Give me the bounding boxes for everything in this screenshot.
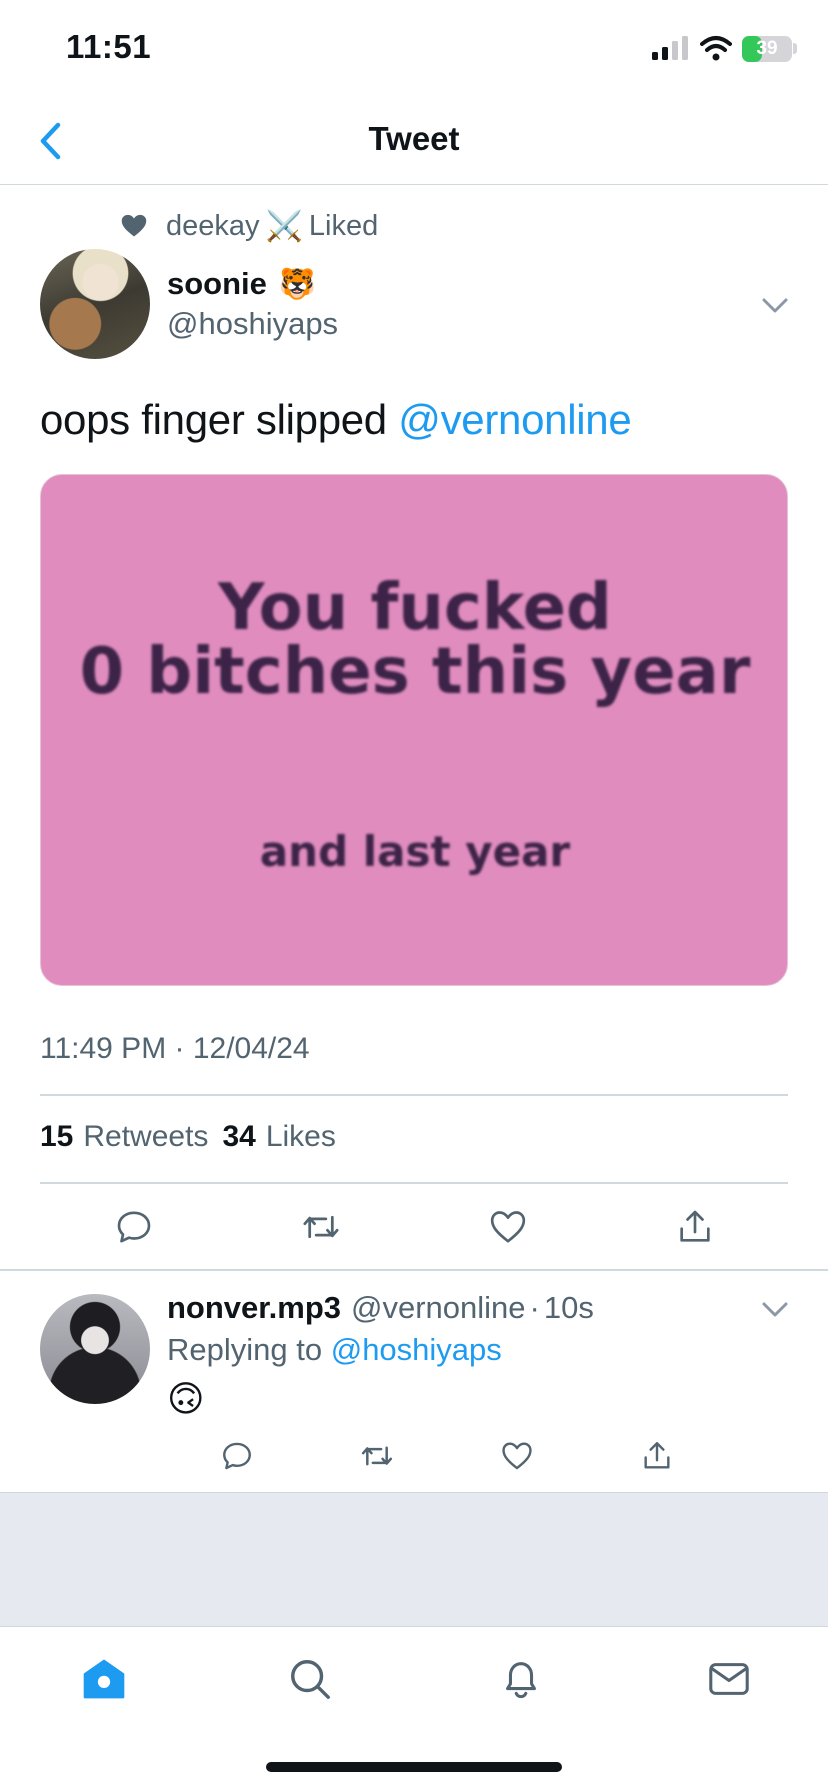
back-button[interactable] <box>28 116 72 166</box>
battery-cap <box>793 43 797 54</box>
reply-icon <box>117 1211 150 1243</box>
tweet-body: oops finger slipped <box>40 396 387 443</box>
heart-outline-icon <box>490 1211 525 1243</box>
reply-header: nonver.mp3 @vernonline · 10s <box>167 1290 594 1326</box>
mail-icon <box>709 1663 749 1695</box>
reply-time: 10s <box>543 1290 594 1325</box>
retweets-stat[interactable]: 15 Retweets <box>40 1120 208 1154</box>
tweet-media-image[interactable]: You fucked 0 bitches this year and last … <box>40 474 788 986</box>
tab-messages[interactable] <box>701 1651 757 1707</box>
divider <box>40 1182 788 1184</box>
tweet-text: oops finger slipped @vernonline <box>40 396 632 444</box>
author-avatar[interactable] <box>40 249 150 359</box>
retweet-icon <box>361 1446 393 1466</box>
author-display-name: soonie <box>167 266 267 301</box>
divider <box>40 1094 788 1096</box>
retweet-button[interactable] <box>356 1435 398 1477</box>
tweet-timestamp: 11:49 PM · 12/04/24 <box>40 1032 310 1065</box>
divider <box>0 1269 828 1271</box>
context-action: Liked <box>308 209 379 242</box>
reply-button[interactable] <box>216 1435 258 1477</box>
search-icon <box>291 1660 330 1699</box>
chevron-left-icon <box>40 122 61 160</box>
media-text-line-2: 0 bitches this year <box>79 635 751 709</box>
media-text-line-1: You fucked <box>218 571 612 645</box>
swords-emoji: ⚔️ <box>265 209 303 243</box>
retweet-button[interactable] <box>300 1206 342 1248</box>
status-bar: 11:51 39 <box>0 0 828 100</box>
page-title: Tweet <box>368 120 460 157</box>
tiger-emoji: 🐯 <box>278 267 317 301</box>
social-context[interactable]: deekay ⚔️ Liked <box>120 206 378 246</box>
heart-outline-icon <box>502 1442 532 1470</box>
like-button[interactable] <box>496 1435 538 1477</box>
like-button[interactable] <box>487 1206 529 1248</box>
battery-percent: 39 <box>756 38 778 59</box>
home-indicator <box>266 1762 562 1772</box>
nav-bar: Tweet <box>0 100 828 185</box>
author-handle[interactable]: @hoshiyaps <box>167 306 338 342</box>
heart-icon <box>121 214 147 237</box>
reply-avatar[interactable] <box>40 1294 150 1404</box>
likes-label: Likes <box>265 1120 336 1153</box>
likes-count: 34 <box>222 1120 256 1153</box>
home-icon <box>83 1659 125 1699</box>
reply-author-name[interactable]: nonver.mp3 <box>167 1290 341 1326</box>
status-time: 11:51 <box>66 28 152 65</box>
reply-text: 🙃 <box>167 1378 205 1419</box>
media-text-line-3: and last year <box>259 827 571 876</box>
author-name[interactable]: soonie 🐯 <box>167 266 316 302</box>
retweets-count: 15 <box>40 1120 74 1153</box>
tab-notifications[interactable] <box>493 1651 549 1707</box>
wifi-icon <box>700 36 732 61</box>
bell-icon <box>506 1662 536 1699</box>
context-user: deekay <box>166 209 260 242</box>
battery-icon: 39 <box>742 36 792 62</box>
tab-home[interactable] <box>76 1651 132 1707</box>
reply-separator: · <box>529 1290 540 1325</box>
retweets-label: Retweets <box>83 1120 209 1153</box>
share-button[interactable] <box>674 1206 716 1248</box>
tweet-action-bar <box>40 1206 788 1248</box>
reply-action-bar <box>167 1435 727 1477</box>
replying-to: Replying to @hoshiyaps <box>167 1332 502 1368</box>
replying-prefix: Replying to <box>167 1332 323 1367</box>
signal-icon <box>652 36 688 60</box>
tab-search[interactable] <box>282 1651 338 1707</box>
share-button[interactable] <box>636 1435 678 1477</box>
tweet-mention-link[interactable]: @vernonline <box>398 396 631 443</box>
empty-area <box>0 1492 828 1626</box>
share-icon <box>644 1442 670 1469</box>
retweet-icon <box>302 1215 339 1239</box>
chevron-down-icon[interactable] <box>758 288 792 322</box>
replying-to-link[interactable]: @hoshiyaps <box>331 1332 502 1367</box>
reply-author-handle[interactable]: @vernonline <box>351 1290 526 1326</box>
reply-button[interactable] <box>113 1206 155 1248</box>
chevron-down-icon[interactable] <box>758 1292 792 1326</box>
reply-icon <box>223 1442 251 1470</box>
tweet-stats: 15 Retweets 34 Likes <box>40 1120 336 1154</box>
likes-stat[interactable]: 34 Likes <box>222 1120 335 1154</box>
share-icon <box>679 1210 710 1242</box>
